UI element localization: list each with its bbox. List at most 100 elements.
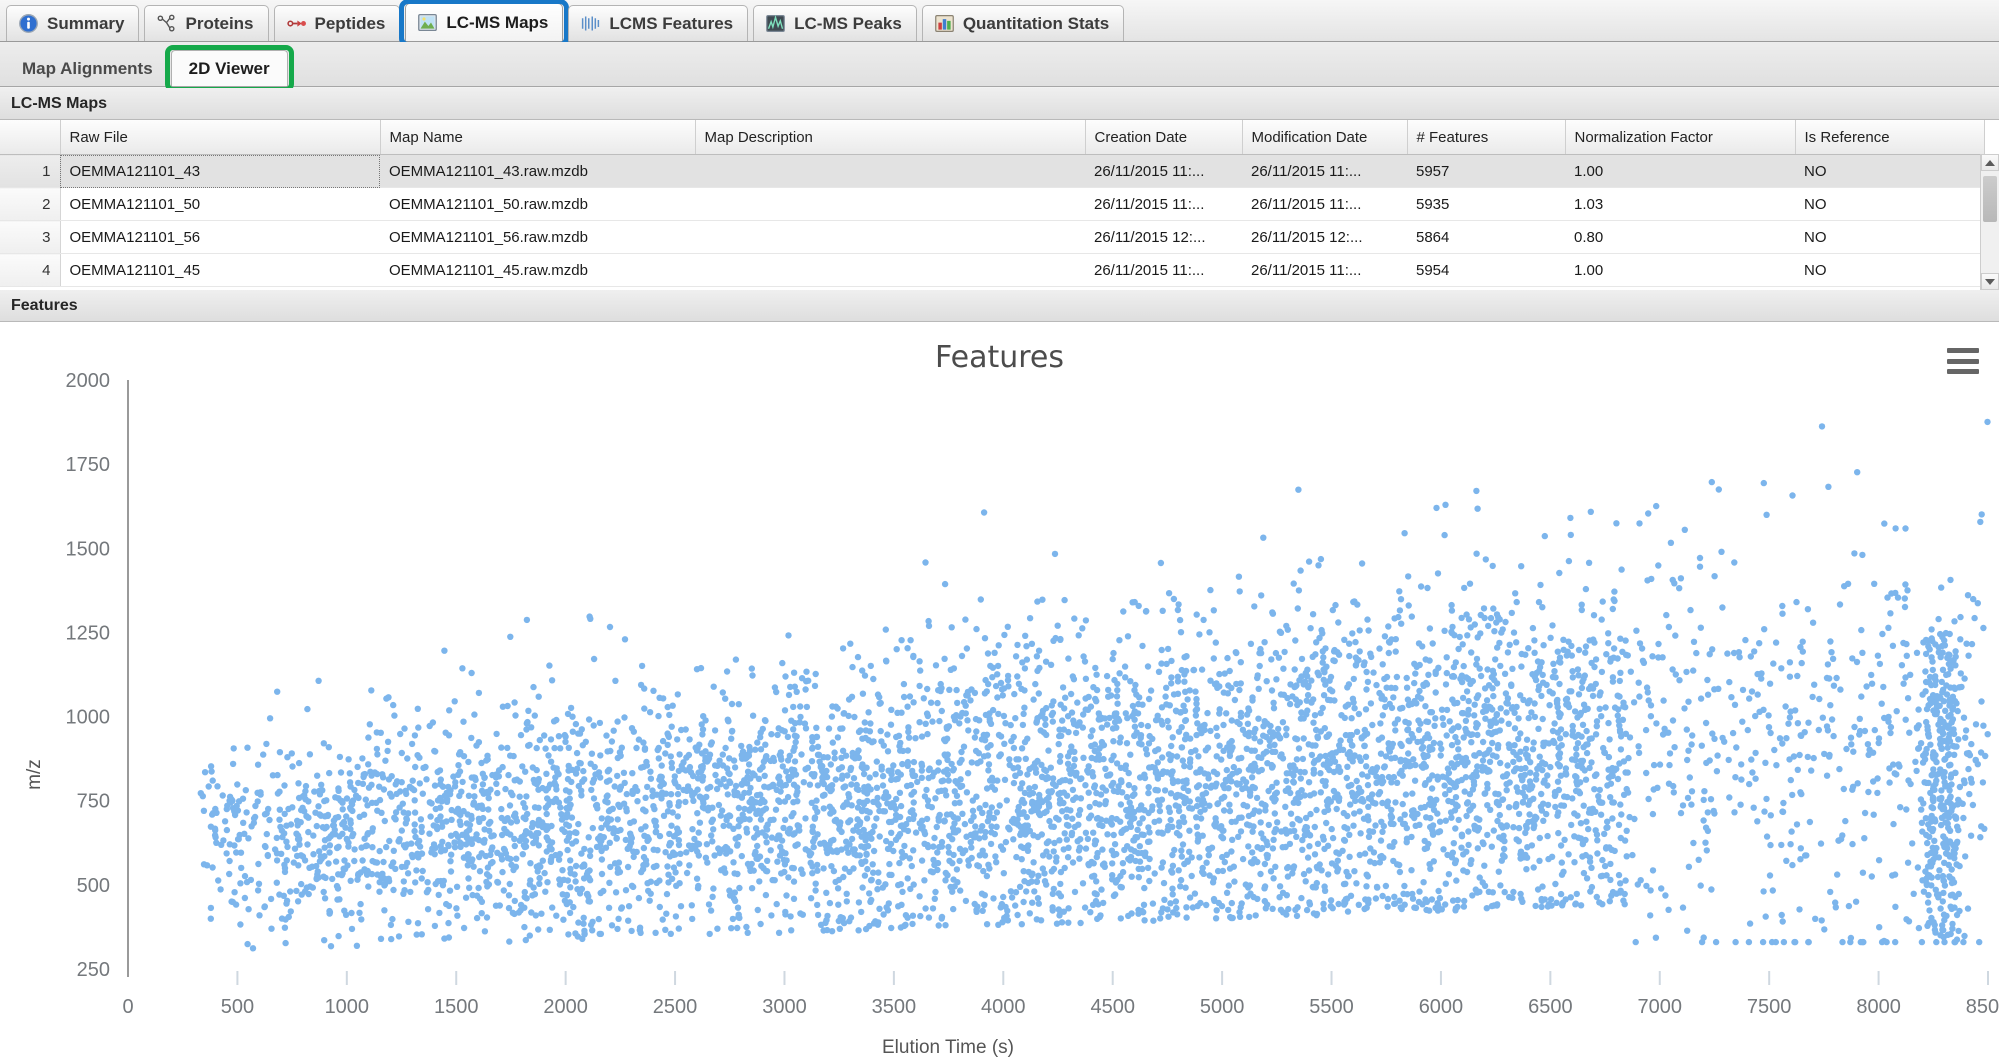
cell-is-reference[interactable]: NO [1795,154,1984,188]
cell-num-features[interactable]: 5935 [1407,187,1565,221]
cell-map-name[interactable]: OEMMA121101_45.raw.mzdb [380,253,695,287]
cell-creation-date[interactable]: 26/11/2015 12:... [1085,220,1242,254]
cell-index: 3 [0,220,61,254]
svg-text:2500: 2500 [653,996,698,1018]
scroll-down-arrow[interactable] [1981,273,1999,290]
col-header-normalization-factor[interactable]: Normalization Factor [1565,120,1796,155]
scrollbar-thumb[interactable] [1983,176,1997,222]
svg-text:1750: 1750 [66,454,111,476]
cell-map-description[interactable] [695,187,1085,221]
svg-text:1500: 1500 [66,538,111,560]
tab-lcms-features[interactable]: LCMS Features [568,5,749,41]
col-header-modification-date[interactable]: Modification Date [1242,120,1408,155]
svg-text:8000: 8000 [1856,996,1901,1018]
cell-num-features[interactable]: 5864 [1407,220,1565,254]
peptide-icon [286,20,306,27]
cell-is-reference[interactable]: NO [1795,187,1984,221]
cell-normalization-factor[interactable]: 1.00 [1565,154,1795,188]
scatter-plot-svg[interactable]: 250 500 750 1000 1250 1500 1750 2000 m/z 0 500 1000… [0,322,1999,1064]
table-row[interactable]: 2 OEMMA121101_50 OEMMA121101_50.raw.mzdb… [0,187,1984,221]
subtab-2d-viewer[interactable]: 2D Viewer [164,45,294,92]
table-header-row: Raw File Map Name Map Description Creati… [0,120,1985,155]
cell-index: 1 [0,154,61,188]
lcms-maps-2d-viewer-window: Summary Proteins Peptides LC-MS Maps LCM… [0,0,1999,1064]
tab-proteins-label: Proteins [185,13,254,33]
cell-map-name[interactable]: OEMMA121101_43.raw.mzdb [380,154,695,188]
cell-map-description[interactable] [695,220,1085,254]
cell-modification-date[interactable]: 26/11/2015 12:... [1242,220,1407,254]
cell-map-description[interactable] [695,154,1085,188]
cell-creation-date[interactable]: 26/11/2015 11:... [1085,187,1242,221]
col-header-raw-file[interactable]: Raw File [60,120,381,155]
cell-is-reference[interactable]: NO [1795,253,1984,287]
cell-map-description[interactable] [695,253,1085,287]
svg-text:3000: 3000 [762,996,807,1018]
tab-lc-ms-peaks[interactable]: LC-MS Peaks [753,5,917,41]
svg-text:8500: 8500 [1966,996,1999,1018]
lc-ms-maps-table: Raw File Map Name Map Description Creati… [0,120,1985,287]
svg-text:250: 250 [77,959,110,981]
scroll-up-arrow[interactable] [1981,154,1999,171]
subtab-2d-viewer-label: 2D Viewer [188,58,270,78]
tab-quantitation-stats-label: Quantitation Stats [962,13,1110,33]
col-header-creation-date[interactable]: Creation Date [1085,120,1243,155]
svg-text:7500: 7500 [1747,996,1792,1018]
features-section-title: Features [11,296,78,314]
subtab-map-alignments[interactable]: Map Alignments [4,50,171,86]
svg-text:7000: 7000 [1638,996,1683,1018]
peaks-chart-icon [766,14,785,32]
cell-normalization-factor[interactable]: 1.03 [1565,187,1795,221]
cell-num-features[interactable]: 5957 [1407,154,1565,188]
tab-proteins[interactable]: Proteins [144,5,269,41]
tab-lc-ms-peaks-label: LC-MS Peaks [794,13,902,33]
cell-raw-file[interactable]: OEMMA121101_43 [60,154,380,188]
col-header-index[interactable] [0,120,61,155]
cell-creation-date[interactable]: 26/11/2015 11:... [1085,253,1242,287]
cell-index: 4 [0,253,61,287]
svg-text:750: 750 [77,791,110,813]
sub-tab-bar: Map Alignments 2D Viewer [0,42,1999,92]
tab-lc-ms-maps[interactable]: LC-MS Maps [399,0,570,47]
col-header-map-description[interactable]: Map Description [695,120,1086,155]
cell-modification-date[interactable]: 26/11/2015 11:... [1242,187,1407,221]
features-icon [582,16,600,31]
svg-text:6500: 6500 [1528,996,1573,1018]
svg-text:1250: 1250 [66,622,111,644]
svg-text:m/z: m/z [24,759,45,790]
svg-text:2000: 2000 [66,370,111,392]
table-row[interactable]: 3 OEMMA121101_56 OEMMA121101_56.raw.mzdb… [0,220,1984,254]
svg-text:500: 500 [77,875,110,897]
cell-normalization-factor[interactable]: 1.00 [1565,253,1795,287]
chevron-up-icon [1985,159,1995,166]
tab-quantitation-stats[interactable]: Quantitation Stats [921,5,1125,41]
cell-modification-date[interactable]: 26/11/2015 11:... [1242,253,1407,287]
cell-creation-date[interactable]: 26/11/2015 11:... [1085,154,1242,188]
cell-index: 2 [0,187,61,221]
cell-raw-file[interactable]: OEMMA121101_50 [60,187,380,221]
svg-text:4000: 4000 [981,996,1026,1018]
svg-text:500: 500 [221,996,254,1018]
cell-map-name[interactable]: OEMMA121101_50.raw.mzdb [380,187,695,221]
lc-ms-maps-section-title: LC-MS Maps [11,94,107,112]
cell-modification-date[interactable]: 26/11/2015 11:... [1242,154,1407,188]
subtab-map-alignments-label: Map Alignments [22,58,153,78]
tab-peptides-label: Peptides [314,13,386,33]
col-header-map-name[interactable]: Map Name [380,120,696,155]
bar-chart-icon [934,15,954,32]
cell-normalization-factor[interactable]: 0.80 [1565,220,1795,254]
tab-summary[interactable]: Summary [6,5,140,41]
col-header-num-features[interactable]: # Features [1407,120,1566,155]
cell-is-reference[interactable]: NO [1795,220,1984,254]
cell-raw-file[interactable]: OEMMA121101_56 [60,220,380,254]
col-header-is-reference[interactable]: Is Reference [1795,120,1985,155]
features-scatter-chart: Features 250 500 750 1000 1250 1500 1750 2000 m/… [0,322,1999,1064]
tab-peptides[interactable]: Peptides [273,5,401,41]
table-row[interactable]: 4 OEMMA121101_45 OEMMA121101_45.raw.mzdb… [0,253,1984,287]
cell-raw-file[interactable]: OEMMA121101_45 [60,253,380,287]
lc-ms-maps-table-container: Raw File Map Name Map Description Creati… [0,120,1999,290]
cell-map-name[interactable]: OEMMA121101_56.raw.mzdb [380,220,695,254]
table-row[interactable]: 1 OEMMA121101_43 OEMMA121101_43.raw.mzdb… [0,154,1984,188]
table-vertical-scrollbar[interactable] [1980,154,1999,290]
cell-num-features[interactable]: 5954 [1407,253,1565,287]
chevron-down-icon [1985,278,1995,285]
